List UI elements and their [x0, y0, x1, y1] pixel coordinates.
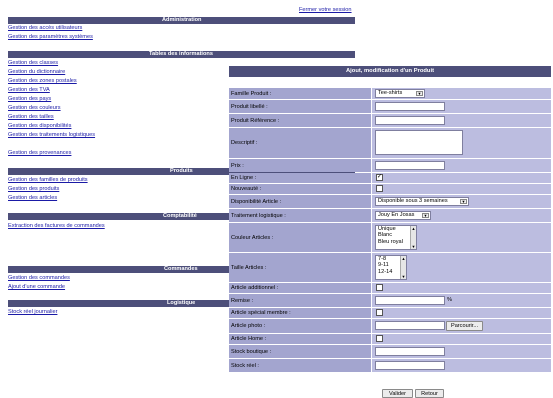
online-checkbox[interactable]: ✓: [376, 174, 383, 181]
product-name-input[interactable]: [375, 102, 445, 111]
link-countries[interactable]: Gestion des pays: [8, 96, 51, 102]
label-stock-shop: Stock boutique :: [231, 348, 272, 355]
chevron-down-icon: ▼: [416, 91, 423, 96]
row-family: Famille Produit : Tee-shirts ▼: [229, 88, 551, 99]
link-sizes[interactable]: Gestion des tailles: [8, 114, 54, 120]
link-add-order[interactable]: Ajout d'une commande: [8, 284, 65, 290]
percent-sign: %: [447, 297, 452, 303]
link-system-params[interactable]: Gestion des paramètres systèmes: [8, 34, 93, 40]
link-classes[interactable]: Gestion des classes: [8, 60, 58, 66]
row-stock-shop: Stock boutique :: [229, 345, 551, 358]
chevron-down-icon: ▼: [460, 199, 467, 204]
row-new: Nouveauté :: [229, 184, 551, 194]
label-description: Descriptif :: [231, 140, 258, 146]
availability-select[interactable]: Disponible sous 3 semaines ▼: [375, 197, 469, 206]
row-stock-real: Stock réel :: [229, 359, 551, 372]
label-size: Taille Articles :: [231, 264, 267, 271]
section-header-tables: Tables des informations: [8, 51, 355, 58]
link-postal-zones[interactable]: Gestion des zones postales: [8, 78, 77, 84]
link-daily-stock[interactable]: Stock réel journalier: [8, 309, 57, 315]
row-online: En Ligne : ✓: [229, 173, 551, 183]
label-online: En Ligne :: [231, 175, 257, 181]
label-family: Famille Produit :: [231, 90, 272, 97]
link-vat[interactable]: Gestion des TVA: [8, 87, 50, 93]
row-label: Produit libellé :: [229, 100, 551, 113]
label-member: Article spécial membre :: [231, 310, 291, 316]
stock-real-input[interactable]: [375, 361, 445, 370]
row-member: Article spécial membre :: [229, 308, 551, 318]
link-user-access[interactable]: Gestion des accès utilisateurs: [8, 25, 82, 31]
row-photo: Article photo : Parcourir...: [229, 319, 551, 333]
row-description: Descriptif :: [229, 128, 551, 158]
browse-button[interactable]: Parcourir...: [446, 321, 483, 331]
label-discount: Remise :: [231, 297, 254, 304]
section-title: Produits: [170, 168, 193, 174]
section-title: Comptabilité: [163, 213, 197, 219]
row-price: Prix :: [229, 159, 551, 172]
validate-button[interactable]: Valider: [382, 389, 413, 398]
row-home: Article Home :: [229, 334, 551, 344]
label-stock-real: Stock réel :: [231, 362, 259, 369]
section-title: Administration: [162, 17, 202, 23]
row-discount: Remise : %: [229, 294, 551, 307]
checkmark-icon: ✓: [377, 174, 383, 180]
section-title: Tables des informations: [149, 51, 213, 57]
row-size: Taille Articles : 7-8 9-11 12-14: [229, 253, 551, 282]
label-additional: Article additionnel :: [231, 285, 279, 291]
scrollbar[interactable]: [400, 256, 406, 279]
link-origins[interactable]: Gestion des provenances: [8, 150, 71, 156]
section-title: Commandes: [164, 266, 198, 272]
scrollbar[interactable]: [410, 226, 416, 249]
family-select-value: Tee-shirts: [378, 90, 403, 96]
row-color: Couleur Articles : Unique Blanc Bleu roy…: [229, 223, 551, 252]
chevron-down-icon: ▼: [422, 213, 429, 218]
label-logistics: Traitement logistique :: [231, 212, 286, 219]
price-input[interactable]: [375, 161, 445, 170]
link-orders[interactable]: Gestion des commandes: [8, 275, 70, 281]
label-home: Article Home :: [231, 336, 267, 342]
row-availability: Disponibilité Article : Disponible sous …: [229, 195, 551, 208]
section-header-administration: Administration: [8, 17, 355, 24]
label-reference: Produit Référence :: [231, 117, 280, 124]
logistics-select[interactable]: Jouy En Josas ▼: [375, 211, 431, 220]
section-title: Logistique: [167, 300, 196, 306]
label-price: Prix :: [231, 162, 244, 169]
row-logistics: Traitement logistique : Jouy En Josas ▼: [229, 209, 551, 222]
additional-checkbox[interactable]: [376, 284, 383, 291]
size-listbox[interactable]: 7-8 9-11 12-14: [375, 255, 407, 280]
link-articles[interactable]: Gestion des articles: [8, 195, 57, 201]
link-products[interactable]: Gestion des produits: [8, 186, 59, 192]
stock-shop-input[interactable]: [375, 347, 445, 356]
color-listbox[interactable]: Unique Blanc Bleu royal: [375, 225, 417, 250]
availability-select-value: Disponible sous 3 semaines: [378, 198, 448, 204]
logout-link[interactable]: Fermer votre session: [299, 7, 352, 13]
photo-file-input[interactable]: [375, 321, 445, 330]
label-new: Nouveauté :: [231, 186, 262, 192]
label-color: Couleur Articles :: [231, 234, 274, 241]
family-select[interactable]: Tee-shirts ▼: [375, 89, 425, 98]
link-logistics-treatments[interactable]: Gestion des traitements logistiques: [8, 132, 95, 138]
new-checkbox[interactable]: [376, 185, 383, 192]
logistics-select-value: Jouy En Josas: [378, 212, 415, 218]
description-textarea[interactable]: [375, 130, 463, 155]
label-photo: Article photo :: [231, 323, 266, 329]
form-title: Ajout, modification d'un Produit: [229, 66, 551, 77]
member-checkbox[interactable]: [376, 309, 383, 316]
link-invoice-extraction[interactable]: Extraction des factures de commandes: [8, 223, 105, 229]
label-product-name: Produit libellé :: [231, 103, 268, 110]
row-additional: Article additionnel :: [229, 283, 551, 293]
link-dictionary[interactable]: Gestion du dictionnaire: [8, 69, 65, 75]
row-reference: Produit Référence :: [229, 114, 551, 127]
label-availability: Disponibilité Article :: [231, 198, 282, 205]
discount-input[interactable]: [375, 296, 445, 305]
link-availabilities[interactable]: Gestion des disponibilités: [8, 123, 71, 129]
back-button[interactable]: Retour: [415, 389, 444, 398]
link-product-families[interactable]: Gestion des familles de produits: [8, 177, 88, 183]
link-colors[interactable]: Gestion des couleurs: [8, 105, 61, 111]
reference-input[interactable]: [375, 116, 445, 125]
home-checkbox[interactable]: [376, 335, 383, 342]
